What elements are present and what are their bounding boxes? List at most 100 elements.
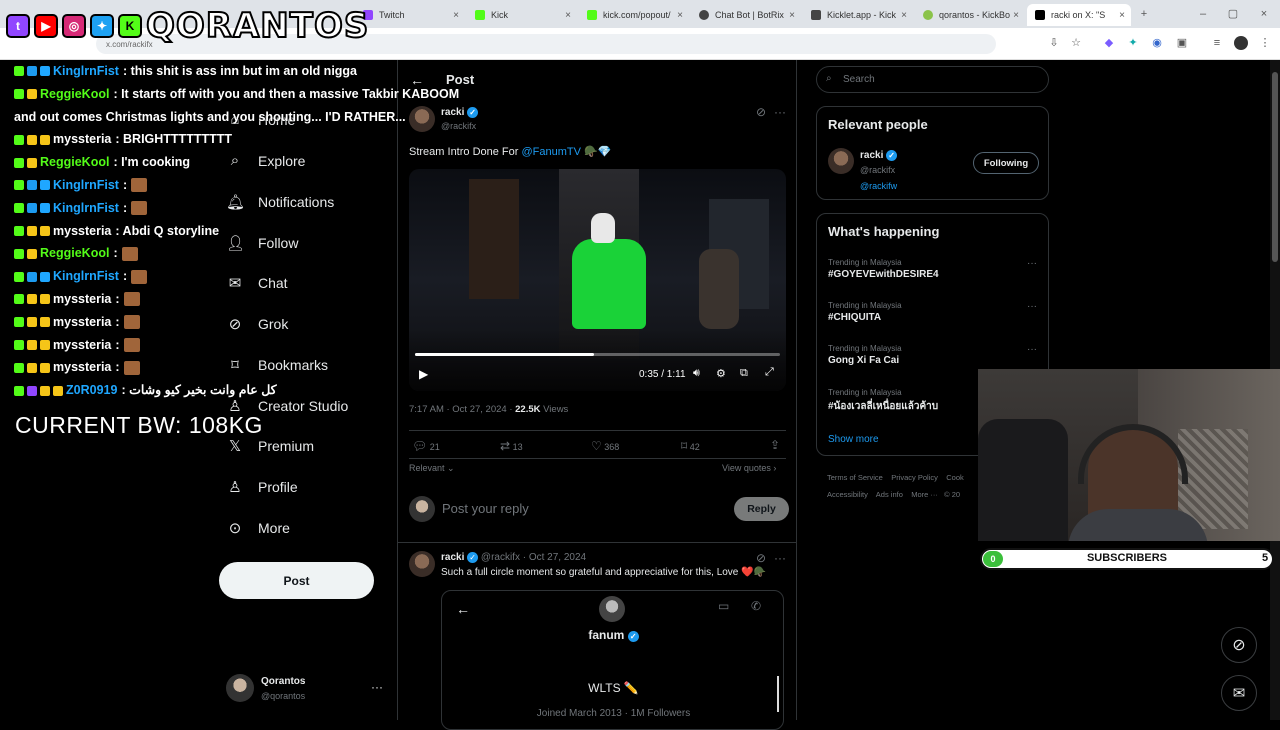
- more-icon[interactable]: ···: [774, 105, 786, 119]
- share-icon[interactable]: ⇪: [770, 438, 780, 452]
- extension-icon[interactable]: ✦: [1126, 36, 1140, 50]
- footer-link[interactable]: Privacy Policy: [891, 473, 938, 482]
- maximize-icon[interactable]: ▢: [1226, 7, 1240, 21]
- author-name[interactable]: racki ✓: [441, 107, 479, 118]
- close-icon[interactable]: ×: [901, 10, 907, 21]
- sub-goal-target: 5: [1262, 552, 1269, 564]
- video-person-head: [591, 213, 615, 243]
- extension-icon[interactable]: ◉: [1150, 36, 1164, 50]
- footer-link[interactable]: Terms of Service: [827, 473, 883, 482]
- chat-badge-icon: [40, 271, 50, 282]
- footer-link[interactable]: More ···: [911, 490, 938, 499]
- nav-profile[interactable]: ♙ Profile: [226, 478, 297, 496]
- chat-badge-icon: [14, 248, 24, 259]
- trend-item[interactable]: Trending in Malaysia #น้องเวลลี่เหนื่อยแล…: [828, 388, 938, 414]
- trend-item[interactable]: Trending in Malaysia Gong Xi Fa Cai: [828, 344, 902, 366]
- video-progress-bar[interactable]: [415, 353, 780, 356]
- extension-icon[interactable]: ◆: [1102, 36, 1116, 50]
- close-icon[interactable]: ×: [1013, 10, 1019, 21]
- post-button[interactable]: Post: [219, 562, 374, 599]
- reply-author-avatar[interactable]: [409, 551, 435, 577]
- nav-premium[interactable]: 𝕏 Premium: [226, 437, 314, 455]
- close-icon[interactable]: ×: [677, 10, 683, 21]
- person-name[interactable]: racki ✓: [860, 150, 898, 161]
- search-input[interactable]: Search: [816, 66, 1049, 93]
- nav-more[interactable]: ⊙ More: [226, 519, 290, 537]
- author-handle[interactable]: @rackifx: [441, 121, 476, 131]
- browser-tab[interactable]: Chat Bot | BotRix ×: [691, 4, 801, 26]
- reply-action[interactable]: 💬︎ 21: [412, 439, 440, 453]
- footer-link[interactable]: Cook: [946, 473, 964, 482]
- kick-icon: [475, 10, 485, 20]
- grok-icon[interactable]: ⊘: [756, 551, 766, 565]
- reply-input[interactable]: Post your reply: [442, 501, 529, 516]
- browser-tab[interactable]: Kick ×: [467, 4, 577, 26]
- chat-emote-icon: [123, 292, 140, 307]
- sort-dropdown[interactable]: Relevant ⌄: [409, 463, 455, 474]
- pip-icon[interactable]: ⧉: [740, 367, 748, 380]
- reply-author[interactable]: racki ✓ @rackifx · Oct 27, 2024: [441, 552, 586, 563]
- trend-item[interactable]: Trending in Malaysia #CHIQUITA: [828, 301, 902, 323]
- chat-message: myssteria:: [14, 334, 404, 357]
- puzzle-icon[interactable]: ▣: [1175, 36, 1189, 50]
- author-avatar[interactable]: [409, 106, 435, 132]
- person-bio-link[interactable]: @rackifw: [860, 181, 897, 191]
- footer-link[interactable]: Accessibility: [827, 490, 868, 499]
- reply-icon: 💬︎: [412, 439, 428, 453]
- grok-icon[interactable]: ⊘: [756, 105, 766, 119]
- close-icon[interactable]: ×: [1119, 10, 1125, 21]
- chat-badge-icon: [14, 294, 24, 305]
- reply-button[interactable]: Reply: [734, 497, 789, 521]
- browser-tab-active[interactable]: racki on X: "S ×: [1027, 4, 1131, 26]
- play-icon[interactable]: ▶: [419, 367, 428, 381]
- browser-tab[interactable]: Kicklet.app - Kick ×: [803, 4, 913, 26]
- close-icon[interactable]: ×: [789, 10, 795, 21]
- settings-icon[interactable]: ⚙: [716, 367, 726, 380]
- star-icon[interactable]: ☆: [1069, 36, 1083, 50]
- kickbot-icon: [923, 10, 933, 20]
- account-avatar[interactable]: [226, 674, 254, 702]
- more-icon[interactable]: ···: [1027, 301, 1037, 312]
- browser-tab[interactable]: qorantos - KickBo ×: [915, 4, 1025, 26]
- close-icon[interactable]: ×: [453, 10, 459, 21]
- embedded-image[interactable]: ← ▭ ✆ fanum ✓ WLTS ✏️ Joined March 2013 …: [441, 590, 784, 730]
- chat-text: :: [113, 246, 118, 261]
- chat-text: and out comes Christmas lights and you s…: [14, 109, 406, 124]
- more-icon[interactable]: ···: [371, 680, 383, 694]
- sidepanel-icon[interactable]: ≡: [1210, 36, 1224, 50]
- close-icon[interactable]: ×: [565, 10, 571, 21]
- show-more-link[interactable]: Show more: [828, 434, 879, 445]
- trend-item[interactable]: Trending in Malaysia #GOYEVEwithDESIRE4: [828, 258, 939, 280]
- chat-text: :: [122, 200, 128, 215]
- install-icon[interactable]: ⇩: [1047, 36, 1061, 50]
- repost-action[interactable]: ⇄ 13: [500, 439, 523, 453]
- footer-link[interactable]: Ads info: [876, 490, 903, 499]
- chat-badge-icon: [27, 225, 37, 236]
- bookmark-action[interactable]: ⌑ 42: [681, 439, 700, 453]
- post-column: ← Post racki ✓ @rackifx ⊘ ··· Stream Int…: [397, 60, 797, 730]
- grok-icon[interactable]: ⊘: [1221, 627, 1257, 663]
- volume-icon[interactable]: 🔊︎: [693, 367, 700, 380]
- view-quotes-link[interactable]: View quotes ›: [722, 463, 776, 473]
- video-person-2: [699, 249, 739, 329]
- menu-icon[interactable]: ⋮: [1258, 36, 1272, 50]
- window-close-icon[interactable]: ×: [1257, 7, 1271, 21]
- more-icon[interactable]: ···: [774, 551, 786, 565]
- scrollbar-thumb[interactable]: [1272, 72, 1278, 262]
- more-icon[interactable]: ···: [1027, 344, 1037, 355]
- browser-tab[interactable]: kick.com/popout/×: [579, 4, 689, 26]
- chat-badge-icon: [27, 134, 37, 145]
- following-button[interactable]: Following: [973, 152, 1039, 174]
- fullscreen-icon[interactable]: ⤢: [765, 366, 774, 379]
- browser-tab[interactable]: Twitch ×: [355, 4, 465, 26]
- mention-link[interactable]: @FanumTV: [522, 146, 581, 158]
- video-player[interactable]: ▶ 0:35 / 1:11 🔊︎ ⚙ ⧉ ⤢: [409, 169, 786, 391]
- minimize-icon[interactable]: –: [1196, 7, 1210, 21]
- person-avatar[interactable]: [828, 148, 854, 174]
- more-icon[interactable]: ···: [1027, 258, 1037, 269]
- like-action[interactable]: ♡ 368: [591, 439, 619, 453]
- new-tab-icon[interactable]: +: [1137, 7, 1151, 21]
- profile-avatar[interactable]: [1234, 36, 1248, 50]
- chat-badge-icon: [27, 157, 37, 168]
- messages-icon[interactable]: ✉: [1221, 675, 1257, 711]
